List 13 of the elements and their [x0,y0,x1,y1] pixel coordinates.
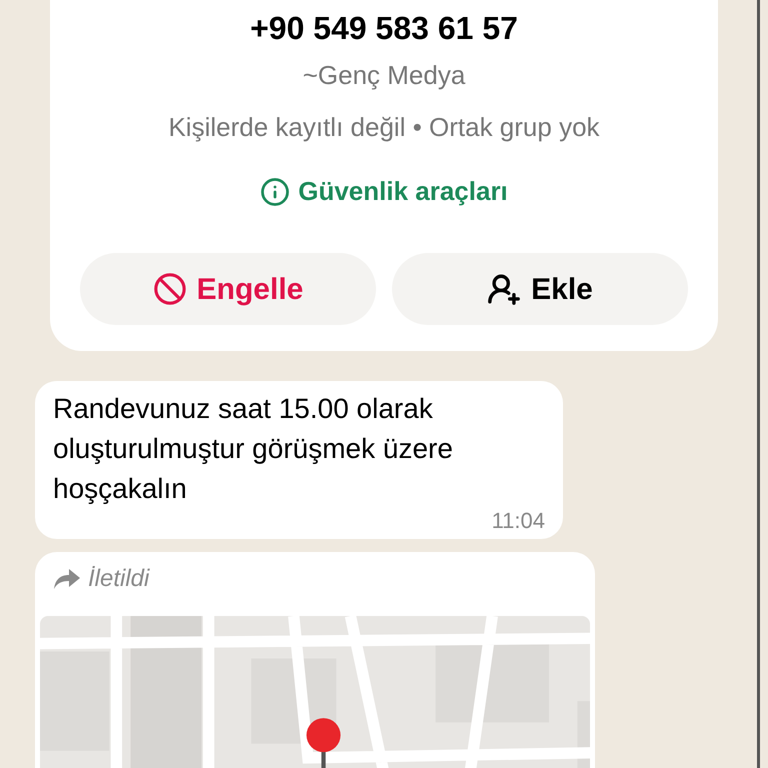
add-contact-button[interactable]: Ekle [392,253,688,325]
contact-info: Kişilerde kayıtlı değil • Ortak grup yok [168,111,600,144]
safety-tools-link[interactable]: Güvenlik araçları [260,172,508,211]
block-icon [152,272,187,306]
forwarded-label: İletildi [88,564,150,594]
block-button[interactable]: Engelle [80,253,376,325]
forward-arrow-icon [54,569,80,589]
add-person-icon [487,272,522,306]
info-icon [260,176,290,206]
phone-number: +90 549 583 61 57 [250,9,518,48]
contact-name: ~Genç Medya [302,59,466,92]
message-time: 11:04 [492,509,545,533]
message-text: Randevunuz saat 15.00 olarak oluşturulmuştur görüşmek üzere hoşçakalın [53,392,454,506]
